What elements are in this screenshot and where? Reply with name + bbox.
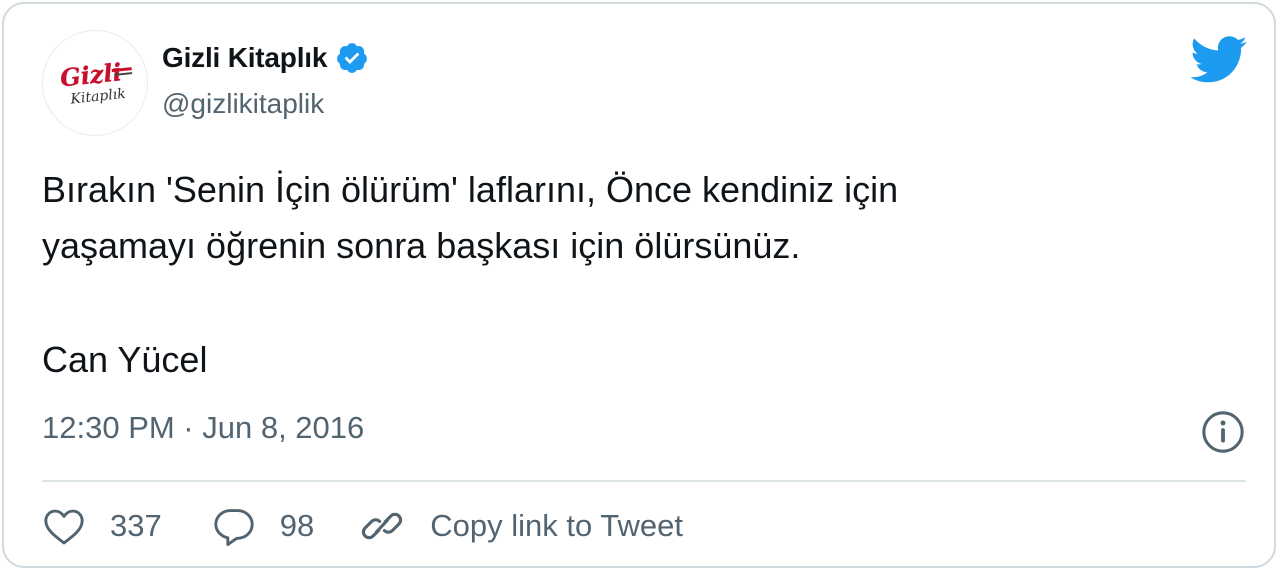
tweet-text-line: Bırakın 'Senin İçin ölürüm' laflarını, Ö…	[42, 169, 899, 210]
divider	[42, 480, 1246, 482]
verified-badge-icon	[337, 43, 368, 73]
user-handle[interactable]: @gizlikitaplik	[162, 88, 324, 120]
reply-count: 98	[279, 508, 315, 543]
tweet-actions: 337 98 Copy link to Tweet	[42, 502, 683, 550]
twitter-bird-icon[interactable]	[1190, 36, 1248, 84]
speech-bubble-icon	[214, 509, 254, 546]
tweet-timestamp[interactable]: 12:30 PM · Jun 8, 2016	[42, 410, 364, 446]
tweet-text-line: Can Yücel	[42, 339, 208, 380]
copy-link-label: Copy link to Tweet	[430, 508, 683, 543]
display-name[interactable]: Gizli Kitaplık	[162, 42, 327, 74]
tweet-text: Bırakın 'Senin İçin ölürüm' laflarını, Ö…	[42, 162, 1222, 388]
gizli-kitaplik-logo: Gizli Kitaplık	[59, 57, 133, 108]
copy-link-button[interactable]: Copy link to Tweet	[360, 506, 683, 546]
like-count: 337	[110, 508, 162, 543]
like-button[interactable]: 337	[42, 506, 162, 546]
info-icon[interactable]	[1200, 409, 1246, 455]
avatar[interactable]: Gizli Kitaplık	[42, 30, 148, 136]
link-icon	[362, 512, 403, 540]
reply-button[interactable]: 98	[212, 506, 314, 546]
tweet-text-line: yaşamayı öğrenin sonra başkası için ölür…	[42, 225, 801, 266]
author-name-row[interactable]: Gizli Kitaplık	[162, 41, 369, 75]
heart-icon	[44, 509, 84, 545]
tweet-card[interactable]: Gizli Kitaplık Gizli Kitaplık @gizlikita…	[2, 2, 1276, 568]
